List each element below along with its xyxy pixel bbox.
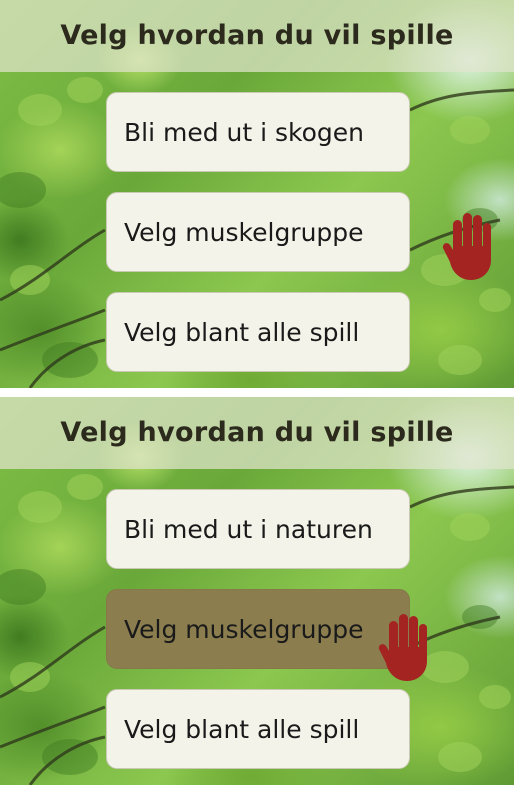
option-button-muscle-group[interactable]: Velg muskelgruppe [106, 192, 410, 272]
option-label: Bli med ut i skogen [124, 117, 365, 147]
option-label: Velg muskelgruppe [124, 217, 364, 247]
option-button-all-games[interactable]: Velg blant alle spill [106, 689, 410, 769]
option-button-forest[interactable]: Bli med ut i skogen [106, 92, 410, 172]
option-label: Bli med ut i naturen [124, 514, 373, 544]
divider [0, 388, 514, 397]
option-label: Velg blant alle spill [124, 714, 360, 744]
title-bar: Velg hvordan du vil spille [0, 0, 514, 72]
title-bar: Velg hvordan du vil spille [0, 397, 514, 469]
hand-icon [378, 614, 427, 681]
page-title: Velg hvordan du vil spille [60, 19, 454, 51]
option-button-nature[interactable]: Bli med ut i naturen [106, 489, 410, 569]
page-title: Velg hvordan du vil spille [60, 416, 454, 448]
option-label: Velg muskelgruppe [124, 614, 364, 644]
menu-screen-top: Velg hvordan du vil spille Bli med ut i … [0, 0, 514, 388]
option-button-all-games[interactable]: Velg blant alle spill [106, 292, 410, 372]
option-label: Velg blant alle spill [124, 317, 360, 347]
menu-screen-bottom: Velg hvordan du vil spille Bli med ut i … [0, 397, 514, 785]
option-button-muscle-group-selected[interactable]: Velg muskelgruppe [106, 589, 410, 669]
hand-icon [442, 213, 491, 280]
